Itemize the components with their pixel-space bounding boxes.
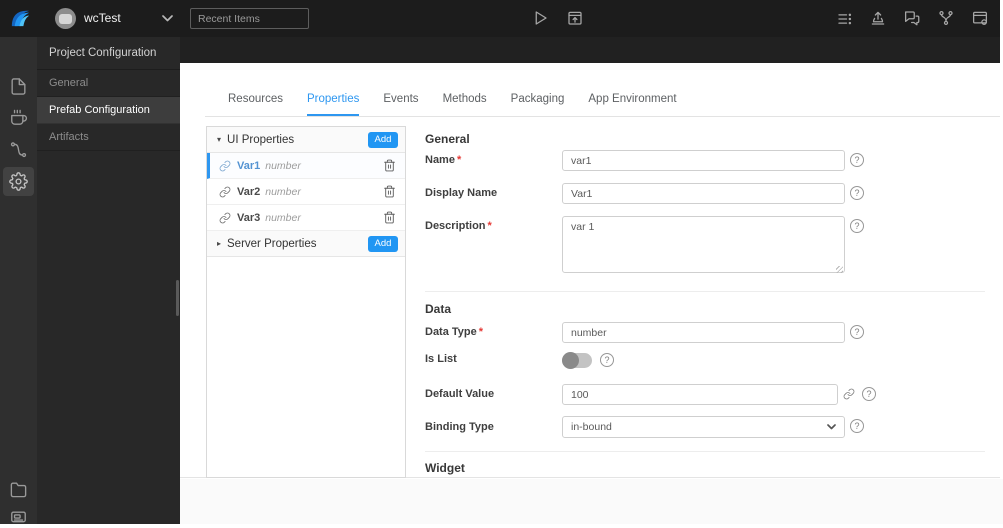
tab-packaging[interactable]: Packaging [511, 93, 565, 116]
display-name-input[interactable] [562, 183, 845, 204]
binding-type-label: Binding Type [425, 421, 494, 433]
sidebar-scrollbar-thumb[interactable] [176, 280, 179, 316]
properties-list-panel: ▾ UI Properties Add Var1 number Var2 num… [206, 126, 406, 478]
property-name: Var1 [237, 159, 261, 172]
services-icon[interactable] [9, 108, 28, 127]
description-textarea[interactable]: var 1 [562, 216, 845, 273]
delete-property-icon[interactable] [383, 211, 396, 224]
preview-window-icon[interactable] [971, 9, 989, 27]
pages-icon[interactable] [9, 77, 28, 96]
tab-resources[interactable]: Resources [228, 93, 283, 116]
sidebar-item-prefab-configuration[interactable]: Prefab Configuration [37, 97, 180, 124]
required-marker: * [487, 220, 492, 232]
sidebar-item-general[interactable]: General [37, 70, 180, 97]
help-icon[interactable]: ? [850, 186, 864, 200]
settings-icon[interactable] [9, 172, 28, 191]
server-properties-group-header[interactable]: ▸ Server Properties Add [207, 231, 405, 257]
tabs-underline [205, 116, 1000, 117]
changelog-icon[interactable] [836, 10, 854, 28]
required-marker: * [456, 154, 462, 166]
property-name: Var2 [237, 185, 261, 198]
group-label: Server Properties [227, 237, 317, 250]
delete-property-icon[interactable] [383, 185, 396, 198]
project-avatar-glyph [59, 14, 72, 24]
below-content-fill [180, 479, 1003, 524]
delete-property-icon[interactable] [383, 159, 396, 172]
link-icon [219, 186, 231, 198]
editor-tabstrip: Prefab Configuration [180, 37, 1000, 100]
branch-icon[interactable] [937, 9, 955, 27]
project-switcher-chevron-icon[interactable] [162, 15, 173, 22]
section-title-widget: Widget [425, 461, 465, 475]
property-type: number [265, 159, 301, 172]
default-value-label: Default Value [425, 388, 495, 400]
app-root: wcTest Recent Items Project Configuratio… [0, 0, 1003, 528]
data-type-label: Data Type * [425, 326, 484, 338]
name-input[interactable] [562, 150, 845, 171]
link-icon [219, 212, 231, 224]
ui-properties-group-header[interactable]: ▾ UI Properties Add [207, 127, 405, 153]
console-icon[interactable] [9, 507, 28, 526]
tab-properties[interactable]: Properties [306, 93, 360, 116]
tab-app-environment[interactable]: App Environment [588, 93, 676, 116]
help-icon[interactable]: ? [862, 387, 876, 401]
data-type-input[interactable] [562, 322, 845, 343]
topbar: wcTest [0, 0, 1000, 37]
description-label: Description * [425, 220, 492, 232]
link-icon [219, 160, 231, 172]
help-icon[interactable]: ? [850, 219, 864, 233]
add-ui-property-button[interactable]: Add [368, 131, 398, 148]
caret-down-icon: ▾ [217, 135, 222, 144]
is-list-label: Is List [425, 353, 457, 365]
config-tabs: Resources Properties Events Methods Pack… [228, 93, 677, 116]
run-icon[interactable] [531, 9, 549, 27]
recent-items-input[interactable] [190, 8, 309, 29]
help-icon[interactable]: ? [850, 419, 864, 433]
binding-type-select[interactable]: in-bound [562, 416, 845, 438]
help-icon[interactable]: ? [600, 353, 614, 367]
connectors-icon[interactable] [9, 140, 28, 159]
help-icon[interactable]: ? [850, 153, 864, 167]
resize-handle[interactable] [836, 266, 843, 273]
deploy-icon[interactable] [566, 9, 584, 27]
help-icon[interactable]: ? [850, 325, 864, 339]
property-row-var1[interactable]: Var1 number [207, 153, 405, 179]
section-divider [425, 451, 985, 452]
sidebar-item-artifacts[interactable]: Artifacts [37, 124, 180, 151]
group-label: UI Properties [227, 133, 295, 146]
required-marker: * [478, 326, 484, 338]
tab-events[interactable]: Events [383, 93, 418, 116]
feedback-icon[interactable] [903, 9, 921, 27]
is-list-toggle[interactable] [562, 352, 592, 369]
property-type: number [265, 185, 301, 198]
project-name[interactable]: wcTest [84, 11, 121, 25]
add-server-property-button[interactable]: Add [368, 235, 398, 252]
toggle-knob [562, 352, 579, 369]
project-avatar[interactable] [55, 8, 76, 29]
bind-link-icon[interactable] [843, 388, 855, 400]
tab-methods[interactable]: Methods [443, 93, 487, 116]
folder-icon[interactable] [9, 480, 28, 499]
property-name: Var3 [237, 211, 261, 224]
property-row-var2[interactable]: Var2 number [207, 179, 405, 205]
property-row-var3[interactable]: Var3 number [207, 205, 405, 231]
left-icon-rail: ••• [0, 37, 37, 524]
section-divider [425, 291, 985, 292]
section-title-general: General [425, 132, 470, 146]
name-label: Name * [425, 154, 462, 166]
sidebar-header: Project Configuration [37, 37, 180, 70]
wavemaker-logo-icon[interactable] [9, 7, 32, 30]
section-title-data: Data [425, 302, 452, 316]
caret-right-icon: ▸ [217, 239, 222, 248]
display-name-label: Display Name [425, 187, 498, 199]
publish-icon[interactable] [869, 9, 887, 27]
default-value-input[interactable] [562, 384, 838, 405]
property-type: number [265, 211, 301, 224]
